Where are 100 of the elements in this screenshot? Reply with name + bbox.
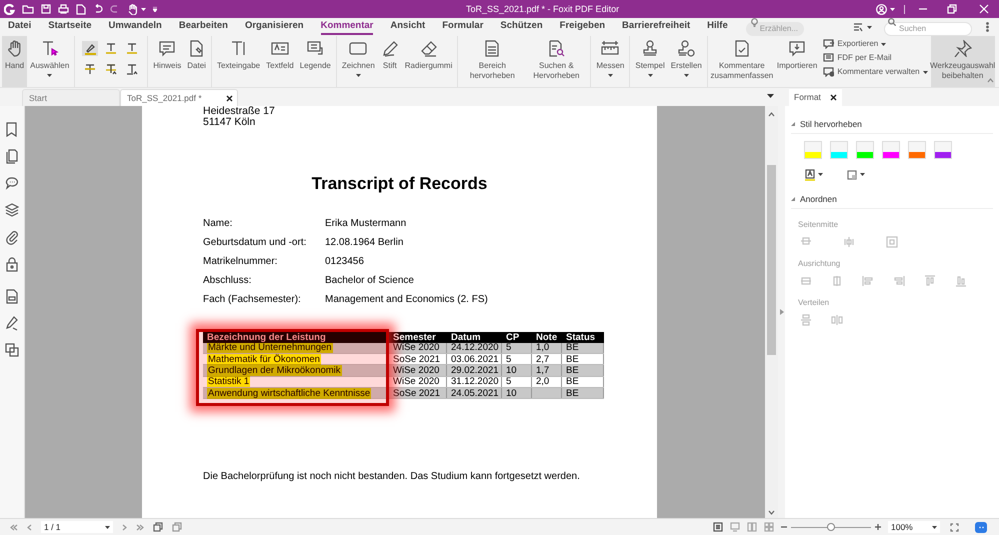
ribbon-button[interactable]: Radiergummi [402,36,456,87]
save-icon[interactable] [41,4,51,14]
selected-annotation-frame[interactable] [196,328,389,406]
close-icon[interactable] [226,94,233,102]
text-color-icon[interactable] [805,168,815,181]
document-tab[interactable]: ToR_SS_2021.pdf * [120,89,238,106]
menu-item[interactable]: Bearbeiten [178,18,228,36]
document-icon[interactable] [5,289,19,304]
highlight-style-swatch[interactable] [804,140,822,159]
ribbon-button[interactable]: Zeichnen [338,36,378,87]
caret-icon[interactable] [141,8,146,10]
undo-icon[interactable] [93,4,103,14]
ribbon-button[interactable]: Importieren [774,36,820,87]
opacity-icon[interactable] [847,170,857,180]
ribbon-button[interactable]: Hinweis [150,36,184,87]
first-page-icon[interactable] [10,524,18,530]
menu-item[interactable]: Datei [8,18,32,36]
ribbon-button[interactable]: Kommentare zusammenfassen [710,36,774,87]
folder-icon[interactable] [22,4,34,14]
menu-item[interactable]: Ansicht [390,18,426,36]
ribbon-button[interactable]: Hand [2,36,28,87]
compare-documents-icon[interactable] [5,343,19,358]
signature-pen-icon[interactable] [5,316,19,331]
pages-icon[interactable] [5,149,19,164]
view-options-icon[interactable] [853,22,863,32]
zoom-slider-thumb[interactable] [827,523,835,531]
collapse-section-icon[interactable] [791,122,795,126]
zoom-in-icon[interactable] [875,524,881,530]
scroll-up-icon[interactable] [768,112,775,117]
bookmark-icon[interactable] [5,122,19,137]
document-tab[interactable]: Start [22,89,120,106]
ribbon-button[interactable]: Bereich hervorheben [460,36,524,87]
single-page-icon[interactable] [713,522,723,532]
new-document-icon[interactable] [76,4,86,14]
app-logo-icon[interactable] [4,4,15,14]
ribbon-button[interactable] [124,62,140,77]
table-cell: 5 [506,342,512,354]
tab-list-icon[interactable] [767,94,774,98]
print-icon[interactable] [58,4,69,14]
page-number-field[interactable]: 1 / 1 [41,521,113,533]
ribbon-button[interactable]: Textfeld [263,36,297,87]
ribbon-button[interactable] [82,41,98,56]
hand-icon[interactable] [127,4,138,14]
previous-page-icon[interactable] [27,524,32,530]
menu-item[interactable]: Formular [442,18,484,36]
restore-icon[interactable] [947,4,957,14]
copy-page-icon[interactable] [172,522,182,532]
ribbon-button[interactable]: Werkzeugauswahl beibehalten [930,36,995,87]
lock-icon[interactable] [5,257,19,272]
ribbon-button[interactable]: Exportieren [822,38,929,50]
ribbon-button[interactable]: FDF per E-Mail [822,52,929,64]
scroll-down-icon[interactable] [768,510,775,515]
ribbon-button[interactable]: Stempel [632,36,668,87]
ribbon-button[interactable]: Stift [378,36,402,87]
paperclip-icon[interactable] [5,230,19,245]
menu-item[interactable]: Barrierefreiheit [622,18,690,36]
highlight-style-swatch[interactable] [882,140,900,159]
assistant-button[interactable] [975,522,987,532]
collapse-ribbon-icon[interactable] [987,78,994,83]
menu-item[interactable]: Organisieren [244,18,304,36]
menu-item[interactable]: Freigeben [560,18,606,36]
highlight-style-swatch[interactable] [934,140,952,159]
next-page-icon[interactable] [122,524,127,530]
highlight-style-swatch[interactable] [856,140,874,159]
collapse-section-icon[interactable] [791,197,795,202]
more-options-icon[interactable] [986,22,989,32]
ribbon-button[interactable]: Messen [593,36,628,87]
ribbon-button[interactable]: Texteingabe [214,36,264,87]
zoom-field[interactable]: 100% [888,521,940,533]
menu-item[interactable]: Umwandeln [108,18,162,36]
ribbon-button[interactable]: Auswählen [27,36,72,87]
menu-item[interactable]: Schützen [500,18,543,36]
close-icon[interactable] [830,94,837,101]
menu-item[interactable]: Hilfe [707,18,728,36]
ribbon-button[interactable] [103,62,120,77]
ribbon-button[interactable]: Kommentare verwalten [822,66,929,78]
copy-page-icon[interactable] [153,522,163,532]
fullscreen-icon[interactable] [950,522,959,532]
table-cell: Anwendung wirtschaftliche Kenntnisse [207,388,372,399]
callout-icon [306,40,324,57]
ribbon-button[interactable]: Suchen & Hervorheben [524,36,588,87]
highlight-style-swatch[interactable] [830,140,848,159]
ribbon-button[interactable]: Legende [296,36,334,87]
ribbon-button[interactable]: Datei [184,36,209,87]
last-page-icon[interactable] [136,524,144,530]
table-cell: Märkte und Unternehmungen [207,342,333,354]
customize-icon[interactable] [153,6,157,12]
panel-tab[interactable]: Format [789,89,842,106]
ribbon-button[interactable]: Erstellen [668,36,705,87]
caret-icon[interactable] [890,8,895,10]
highlight-style-swatch[interactable] [908,140,926,159]
user-icon[interactable] [876,4,887,14]
zoom-out-icon[interactable] [781,524,787,530]
speech-bubble-icon[interactable] [5,176,19,191]
scrollbar-thumb[interactable] [767,165,776,355]
menu-item[interactable]: Startseite [48,18,92,36]
tell-me-field[interactable]: Erzählen... [746,22,804,36]
layers-icon[interactable] [5,203,19,218]
table-cell: Statistik 1 [207,376,250,388]
search-field[interactable]: Suchen [884,22,972,36]
